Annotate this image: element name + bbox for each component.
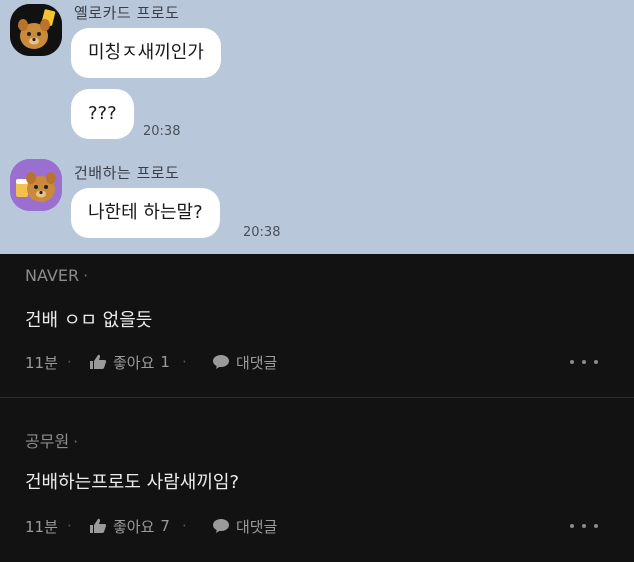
separator: · bbox=[181, 353, 187, 371]
more-options-icon[interactable] bbox=[570, 520, 598, 532]
separator: · bbox=[181, 517, 187, 535]
like-label: 좋아요 bbox=[113, 517, 155, 536]
like-button[interactable]: 좋아요 7 bbox=[89, 516, 170, 537]
thumbs-up-icon bbox=[90, 354, 107, 369]
comment-author[interactable]: 공무원 · bbox=[25, 428, 78, 452]
message-bubble: 미칭ㅈ새끼인가 bbox=[71, 28, 221, 78]
more-options-icon[interactable] bbox=[570, 356, 598, 368]
message-bubble: 나한테 하는말? bbox=[71, 188, 220, 238]
separator: · bbox=[67, 517, 72, 535]
reply-button[interactable]: 대댓글 bbox=[212, 352, 277, 373]
chat-screenshot: 옐로카드 프로도 미칭ㅈ새끼인가 ??? 20:38 건배하는 프로도 나한테 … bbox=[0, 0, 634, 254]
speech-bubble-icon bbox=[212, 519, 229, 533]
divider bbox=[0, 397, 634, 398]
separator-dot: · bbox=[83, 266, 89, 285]
separator-dot: · bbox=[73, 432, 79, 451]
comment-meta: 11분 · 좋아요 1 · 대댓글 bbox=[25, 350, 277, 374]
frodo-cheers-icon bbox=[10, 159, 62, 211]
reply-button[interactable]: 대댓글 bbox=[212, 516, 277, 537]
comment-age: 11분 bbox=[25, 517, 58, 536]
comment-age: 11분 bbox=[25, 353, 58, 372]
message-time: 20:38 bbox=[243, 225, 281, 240]
comment-text: 건배하는프로도 사람새끼임? bbox=[25, 472, 239, 493]
message-time: 20:38 bbox=[143, 124, 181, 139]
comment-list: NAVER · 건배 ㅇㅁ 없을듯 11분 · 좋아요 1 · 대댓글 공무원 … bbox=[0, 254, 634, 562]
like-button[interactable]: 좋아요 1 bbox=[89, 352, 170, 373]
frodo-yellow-card-icon bbox=[10, 4, 62, 56]
author-name: 공무원 bbox=[25, 432, 70, 451]
author-name: NAVER bbox=[25, 266, 80, 285]
comment-author[interactable]: NAVER · bbox=[25, 266, 88, 285]
yellow-card-frodo-avatar[interactable] bbox=[10, 4, 62, 56]
comment-meta: 11분 · 좋아요 7 · 대댓글 bbox=[25, 514, 277, 538]
sender-name: 건배하는 프로도 bbox=[74, 164, 180, 182]
message-bubble: ??? bbox=[71, 89, 134, 139]
like-count: 1 bbox=[160, 353, 170, 371]
reply-label: 대댓글 bbox=[235, 353, 278, 372]
reply-label: 대댓글 bbox=[235, 517, 278, 536]
separator: · bbox=[67, 353, 72, 371]
thumbs-up-icon bbox=[90, 518, 107, 533]
like-label: 좋아요 bbox=[113, 353, 155, 372]
like-count: 7 bbox=[160, 517, 170, 535]
comment-text: 건배 ㅇㅁ 없을듯 bbox=[25, 310, 153, 331]
cheers-frodo-avatar[interactable] bbox=[10, 159, 62, 211]
speech-bubble-icon bbox=[212, 355, 229, 369]
sender-name: 옐로카드 프로도 bbox=[74, 4, 180, 22]
